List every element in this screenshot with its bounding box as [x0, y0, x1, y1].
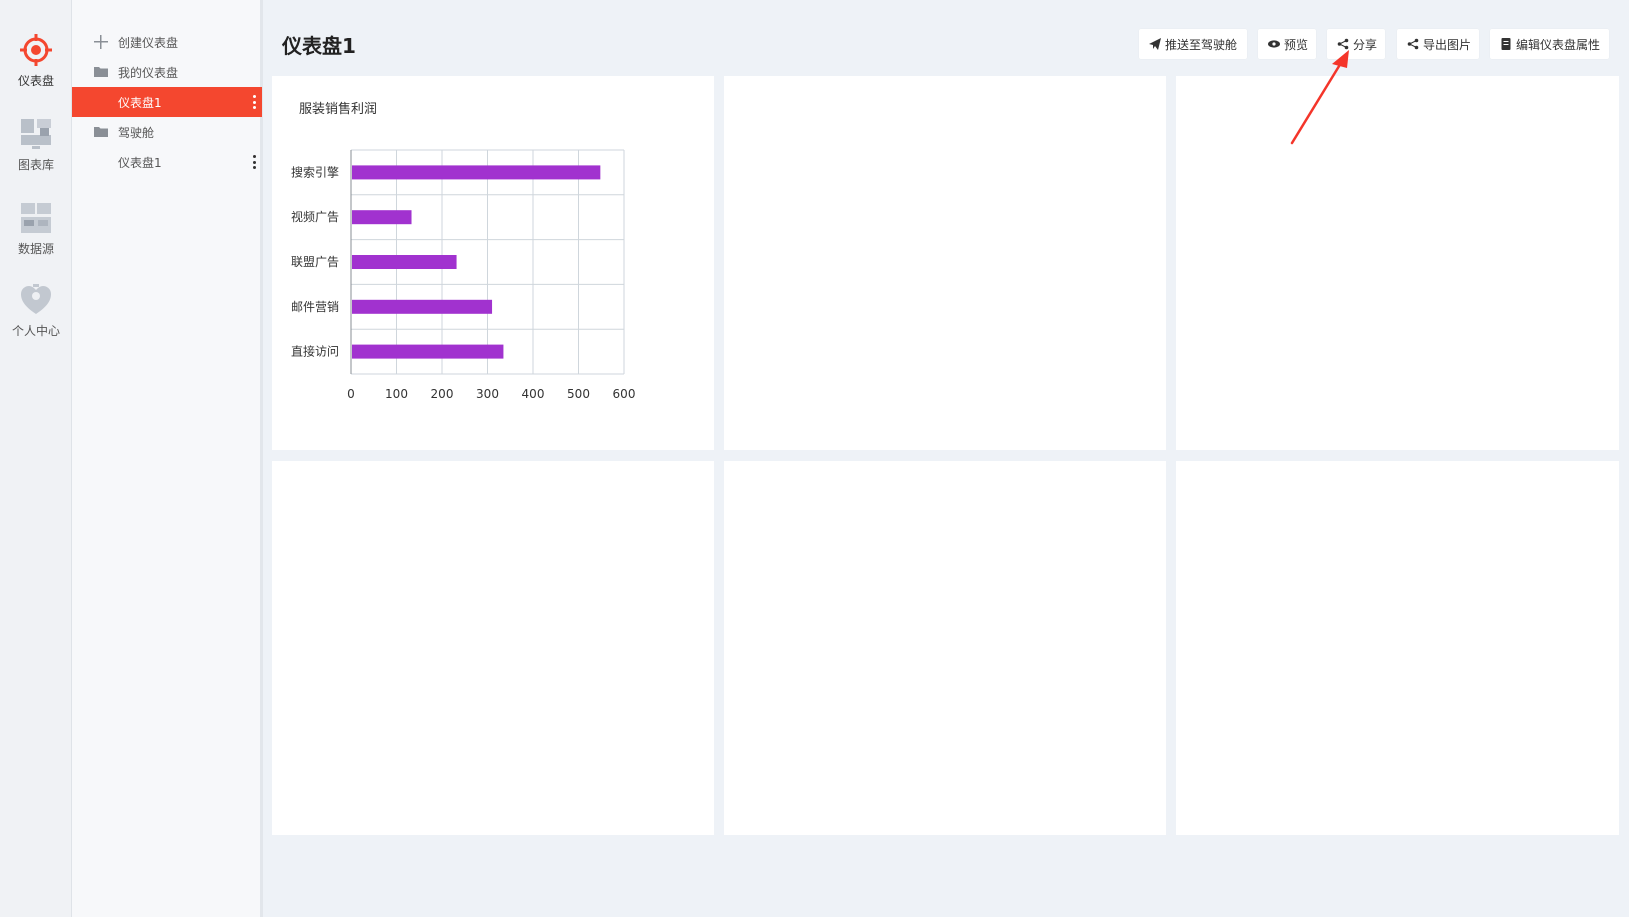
tree-item-dashboard1-selected[interactable]: 仪表盘1: [72, 87, 262, 117]
x-tick-label: 400: [522, 387, 545, 401]
more-vertical-icon[interactable]: [252, 95, 256, 109]
bar: [352, 255, 457, 269]
export-image-button[interactable]: 导出图片: [1397, 29, 1479, 59]
bar-chart: 搜索引擎视频广告联盟广告邮件营销直接访问 0 100 200 300 400 500 600: [291, 149, 636, 401]
push-to-cockpit-button[interactable]: 推送至驾驶舱: [1139, 29, 1247, 59]
x-tick-label: 200: [431, 387, 454, 401]
tree-folder-label: 我的仪表盘: [118, 65, 179, 80]
edit-dashboard-properties-label: 编辑仪表盘属性: [1516, 37, 1601, 52]
tree-item-label: 仪表盘1: [118, 155, 162, 170]
plus-icon: [94, 35, 108, 49]
empty-panel[interactable]: [1176, 461, 1619, 835]
send-icon: [1149, 38, 1161, 50]
x-tick-label: 100: [385, 387, 408, 401]
export-image-label: 导出图片: [1423, 37, 1472, 52]
rail-label-chart-library: 图表库: [17, 158, 54, 172]
x-tick-label: 0: [347, 387, 355, 401]
share-icon: [1407, 38, 1419, 50]
bar: [352, 344, 504, 359]
datasource-icon: [21, 203, 51, 233]
dashboard-target-icon: [20, 34, 52, 66]
rail-item-profile[interactable]: 个人中心: [0, 282, 72, 362]
empty-panel[interactable]: [1176, 76, 1619, 450]
empty-panel[interactable]: [272, 461, 714, 835]
x-tick-label: 300: [476, 387, 499, 401]
tree-folder-cockpit[interactable]: 驾驶舱: [72, 117, 262, 147]
chart-panel[interactable]: 服装销售利润 搜索引擎 视频广告 联盟广告 邮件营销 直接访问 0 100 200 300 400…: [272, 76, 714, 450]
category-label: 视频广告: [291, 209, 339, 224]
icon-rail: 仪表盘 图表库 数据源 个人中心: [0, 0, 72, 917]
category-label: 联盟广告: [291, 255, 339, 269]
rail-label-datasource: 数据源: [17, 242, 54, 256]
rail-label-profile: 个人中心: [11, 324, 60, 338]
rail-item-dashboard[interactable]: 仪表盘: [0, 32, 72, 112]
tree-item-label: 仪表盘1: [118, 95, 162, 110]
edit-dashboard-properties-button[interactable]: 编辑仪表盘属性: [1490, 29, 1609, 59]
create-dashboard-label: 创建仪表盘: [118, 35, 179, 50]
user-heart-icon: [21, 284, 51, 314]
bar: [352, 210, 412, 225]
preview-button[interactable]: 预览: [1258, 29, 1316, 59]
tree-folder-my-dashboards[interactable]: 我的仪表盘: [72, 57, 262, 87]
share-button[interactable]: 分享: [1327, 29, 1385, 59]
bar: [352, 299, 493, 314]
chart-library-icon: [21, 119, 51, 149]
x-tick-label: 600: [613, 387, 636, 401]
rail-label-dashboard: 仪表盘: [17, 74, 54, 88]
category-label: 邮件营销: [291, 300, 339, 314]
app-root: 仪表盘 图表库 数据源 个人中心 创建仪表盘 我的仪表盘 仪表盘1 驾驶舱 仪表…: [0, 0, 1629, 917]
eye-icon: [1268, 40, 1280, 48]
document-icon: [1501, 38, 1511, 50]
folder-icon: [94, 125, 108, 139]
empty-panel[interactable]: [724, 461, 1166, 835]
preview-label: 预览: [1284, 37, 1309, 52]
rail-item-datasource[interactable]: 数据源: [0, 200, 72, 280]
more-vertical-icon[interactable]: [252, 155, 256, 169]
bar: [352, 165, 601, 180]
share-label: 分享: [1353, 37, 1378, 52]
push-to-cockpit-label: 推送至驾驶舱: [1165, 37, 1238, 52]
x-tick-label: 500: [567, 387, 590, 401]
tree-folder-label: 驾驶舱: [118, 125, 155, 140]
tree-item-cockpit-dashboard1[interactable]: 仪表盘1: [72, 147, 262, 177]
rail-item-chart-library[interactable]: 图表库: [0, 116, 72, 196]
category-label: 直接访问: [291, 344, 339, 359]
page-title: 仪表盘1: [282, 34, 356, 58]
empty-panel[interactable]: [724, 76, 1166, 450]
category-label: 搜索引擎: [291, 164, 339, 179]
dashboard-tree: 创建仪表盘 我的仪表盘 仪表盘1 驾驶舱 仪表盘1: [72, 0, 263, 917]
create-dashboard-button[interactable]: 创建仪表盘: [72, 27, 262, 57]
share-icon: [1337, 38, 1349, 50]
folder-icon: [94, 65, 108, 79]
